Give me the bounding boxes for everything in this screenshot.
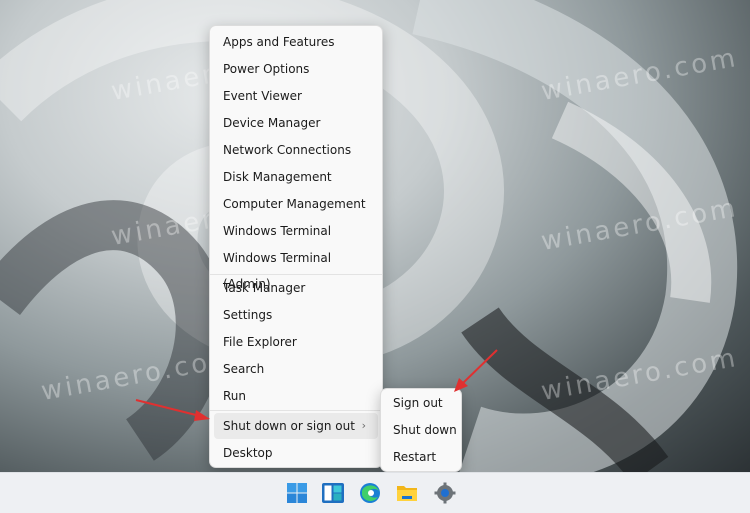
menu-item-network-connections[interactable]: Network Connections — [214, 137, 378, 163]
menu-item-search[interactable]: Search — [214, 356, 378, 382]
taskbar — [0, 472, 750, 513]
windows-start-icon[interactable] — [285, 481, 309, 505]
menu-item-run[interactable]: Run — [214, 383, 378, 409]
edge-icon[interactable] — [358, 481, 382, 505]
menu-item-windows-terminal[interactable]: Windows Terminal — [214, 218, 378, 244]
widgets-icon[interactable] — [321, 481, 345, 505]
menu-item-device-manager[interactable]: Device Manager — [214, 110, 378, 136]
settings-icon[interactable] — [433, 481, 457, 505]
shutdown-submenu: Sign out Shut down Restart — [380, 388, 462, 472]
menu-separator — [210, 410, 382, 411]
submenu-item-shut-down[interactable]: Shut down — [385, 417, 457, 443]
menu-item-disk-management[interactable]: Disk Management — [214, 164, 378, 190]
menu-item-label: Shut down or sign out — [223, 419, 355, 433]
menu-item-apps-and-features[interactable]: Apps and Features — [214, 29, 378, 55]
menu-item-shut-down-or-sign-out[interactable]: Shut down or sign out › — [214, 413, 378, 439]
menu-item-settings[interactable]: Settings — [214, 302, 378, 328]
menu-item-power-options[interactable]: Power Options — [214, 56, 378, 82]
menu-item-file-explorer[interactable]: File Explorer — [214, 329, 378, 355]
menu-item-event-viewer[interactable]: Event Viewer — [214, 83, 378, 109]
file-explorer-icon[interactable] — [395, 481, 419, 505]
menu-item-windows-terminal-admin[interactable]: Windows Terminal (Admin) — [214, 245, 378, 291]
menu-item-desktop[interactable]: Desktop — [214, 440, 378, 466]
menu-item-task-manager[interactable]: Task Manager — [214, 275, 378, 301]
submenu-item-sign-out[interactable]: Sign out — [385, 390, 457, 416]
winx-context-menu: Apps and Features Power Options Event Vi… — [209, 25, 383, 468]
menu-item-computer-management[interactable]: Computer Management — [214, 191, 378, 217]
submenu-item-restart[interactable]: Restart — [385, 444, 457, 470]
chevron-right-icon: › — [361, 419, 366, 432]
